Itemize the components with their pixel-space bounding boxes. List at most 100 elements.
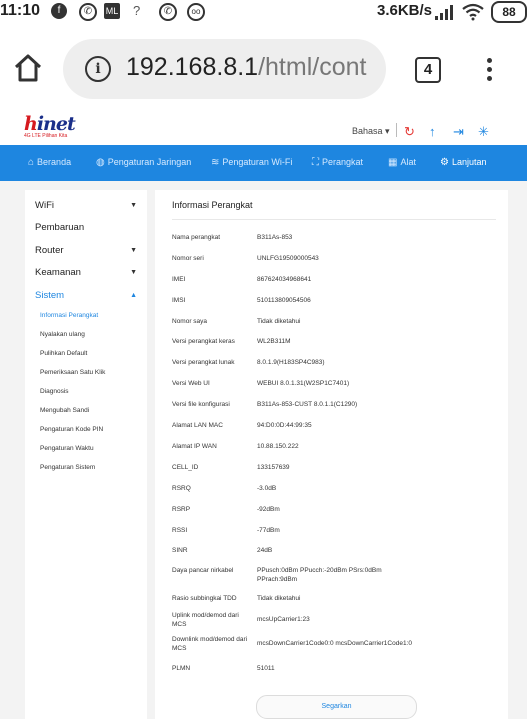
sidebar-subitem[interactable]: Informasi Perangkat xyxy=(40,312,98,319)
sidebar-item-keamanan[interactable]: Keamanan xyxy=(35,267,81,278)
sidebar-subitem[interactable]: Mengubah Sandi xyxy=(40,407,89,414)
info-label: Alamat IP WAN xyxy=(172,443,217,450)
info-value: -3.0dB xyxy=(257,485,277,492)
sidebar: WiFi ▼ Pembaruan Router ▼ Keamanan ▼ Sis… xyxy=(25,190,147,719)
sidebar-subitem[interactable]: Pengaturan Kode PIN xyxy=(40,426,103,433)
info-value: mcsUpCarrier1:23 xyxy=(257,616,310,623)
nav-beranda[interactable]: ⌂ Beranda xyxy=(28,145,71,181)
nav-label: Beranda xyxy=(37,157,72,167)
chevron-down-icon: ▼ xyxy=(130,202,137,209)
nav-label: Alat xyxy=(400,157,416,167)
sidebar-item-label: Pembaruan xyxy=(35,222,85,233)
info-label: Versi perangkat lunak xyxy=(172,359,235,366)
signal-icon xyxy=(435,5,453,20)
home-icon[interactable] xyxy=(12,52,44,84)
clock: 11:10 xyxy=(0,2,41,19)
sidebar-subitem[interactable]: Diagnosis xyxy=(40,388,69,395)
info-label: PLMN xyxy=(172,665,191,672)
wifi-question-icon: ? xyxy=(133,3,141,18)
info-value: mcsDownCarrier1Code0:0 mcsDownCarrier1Co… xyxy=(257,640,412,647)
nav-alat[interactable]: ▦ Alat xyxy=(388,145,416,181)
nav-pengaturan-wifi[interactable]: ≋ Pengaturan Wi-Fi xyxy=(211,145,292,181)
sidebar-item-wifi[interactable]: WiFi xyxy=(35,200,137,211)
info-icon[interactable]: i xyxy=(85,56,111,82)
info-value: PPusch:0dBm PPucch:-20dBm PSrs:0dBm PPra… xyxy=(257,567,382,583)
divider xyxy=(172,219,496,220)
info-label: CELL_ID xyxy=(172,464,199,471)
info-value: 8.0.1.9(H183SP4C983) xyxy=(257,359,325,366)
url-path: /html/cont xyxy=(258,53,367,81)
sidebar-item-pembaruan[interactable]: Pembaruan xyxy=(35,222,84,233)
tab-switcher-button[interactable]: 4 xyxy=(415,57,441,83)
nav-perangkat[interactable]: ⛶ Perangkat xyxy=(312,145,363,181)
sidebar-subitem[interactable]: Pemeriksaan Satu Klik xyxy=(40,369,105,376)
language-select[interactable]: Bahasa ▾ xyxy=(352,126,390,137)
nav-lanjutan[interactable]: ⚙ Lanjutan xyxy=(440,145,487,181)
wifi-icon xyxy=(462,3,484,21)
upload-arrow-icon[interactable]: ↑ xyxy=(429,124,436,139)
sidebar-item-label: WiFi xyxy=(35,200,54,211)
info-value: 51011 xyxy=(257,665,275,672)
info-label: Downlink mod/demod dari MCS xyxy=(172,636,248,652)
info-value: B311As-853-CUST 8.0.1.1(C1290) xyxy=(257,401,358,408)
logout-icon[interactable]: ⇥ xyxy=(453,124,464,140)
loading-icon[interactable]: ✳ xyxy=(478,124,489,140)
network-speed: 3.6KB/s xyxy=(377,2,433,19)
device-info-panel: Informasi Perangkat Nama perangkat B311As… xyxy=(155,190,508,719)
whatsapp-icon: ✆ xyxy=(159,3,177,21)
info-label: Versi file konfigurasi xyxy=(172,401,230,408)
device-icon: ⛶ xyxy=(312,157,319,168)
info-value: Tidak diketahui xyxy=(257,318,301,325)
overflow-menu-icon[interactable] xyxy=(479,55,499,83)
info-value: WEBUI 8.0.1.31(W2SP1C7401) xyxy=(257,380,350,387)
refresh-button[interactable]: Segarkan xyxy=(256,695,417,719)
router-header: hinet 4G LTE Pilihan Kita Bahasa ▾ ↻ ↑ ⇥… xyxy=(0,112,527,145)
nav-label: Pengaturan Jaringan xyxy=(107,157,192,167)
sidebar-subitem[interactable]: Pulihkan Default xyxy=(40,350,87,357)
info-value: 867624034968641 xyxy=(257,276,312,283)
tools-icon: ▦ xyxy=(388,157,398,168)
info-label: Versi Web UI xyxy=(172,380,210,387)
info-label: Alamat LAN MAC xyxy=(172,422,223,429)
info-label: Daya pancar nirkabel xyxy=(172,567,234,574)
page-title: Informasi Perangkat xyxy=(172,200,253,210)
url-host: 192.168.8.1 xyxy=(126,53,259,81)
info-value: 10.88.150.222 xyxy=(257,443,299,450)
chevron-down-icon: ▼ xyxy=(130,247,137,254)
refresh-circle-icon[interactable]: ↻ xyxy=(404,124,415,140)
chevron-up-icon: ▲ xyxy=(130,292,137,299)
info-value: 510113809054506 xyxy=(257,297,311,304)
divider xyxy=(396,123,397,137)
nav-pengaturan-jaringan[interactable]: ◍ Pengaturan Jaringan xyxy=(96,145,191,181)
home-icon: ⌂ xyxy=(28,157,35,168)
ml-icon: ML xyxy=(104,3,120,19)
battery-indicator: 88 xyxy=(491,1,527,23)
tripadvisor-icon: oo xyxy=(187,3,205,21)
info-value: 24dB xyxy=(257,547,273,554)
info-value: -92dBm xyxy=(257,506,280,513)
main-nav: ⌂ Beranda ◍ Pengaturan Jaringan ≋ Pengatura… xyxy=(0,145,527,181)
info-value: Tidak diketahui xyxy=(257,595,301,602)
info-value: UNLFG19509000543 xyxy=(257,255,319,262)
wifi-icon: ≋ xyxy=(211,157,220,168)
sidebar-item-label: Router xyxy=(35,245,64,256)
sidebar-item-router[interactable]: Router xyxy=(35,245,64,256)
globe-icon: ◍ xyxy=(96,157,105,168)
sidebar-item-sistem[interactable]: Sistem xyxy=(35,290,64,301)
hinet-logo: hinet 4G LTE Pilihan Kita xyxy=(24,113,76,140)
sidebar-item-label: Keamanan xyxy=(35,267,81,278)
info-label: Nama perangkat xyxy=(172,234,221,241)
sidebar-subitem[interactable]: Pengaturan Waktu xyxy=(40,445,94,452)
facebook-icon: f xyxy=(51,3,67,19)
sidebar-subitem[interactable]: Pengaturan Sistem xyxy=(40,464,95,471)
nav-label: Perangkat xyxy=(322,157,364,167)
chevron-down-icon: ▼ xyxy=(130,269,137,276)
address-bar[interactable]: i 192.168.8.1/html/cont xyxy=(63,39,386,99)
info-label: RSRP xyxy=(172,506,191,513)
sidebar-subitem[interactable]: Nyalakan ulang xyxy=(40,331,85,338)
info-label: IMSI xyxy=(172,297,186,304)
url-text[interactable]: 192.168.8.1/html/cont xyxy=(126,53,366,82)
info-label: Versi perangkat keras xyxy=(172,338,235,345)
language-label: Bahasa xyxy=(352,126,383,136)
info-label: Nomor saya xyxy=(172,318,208,325)
